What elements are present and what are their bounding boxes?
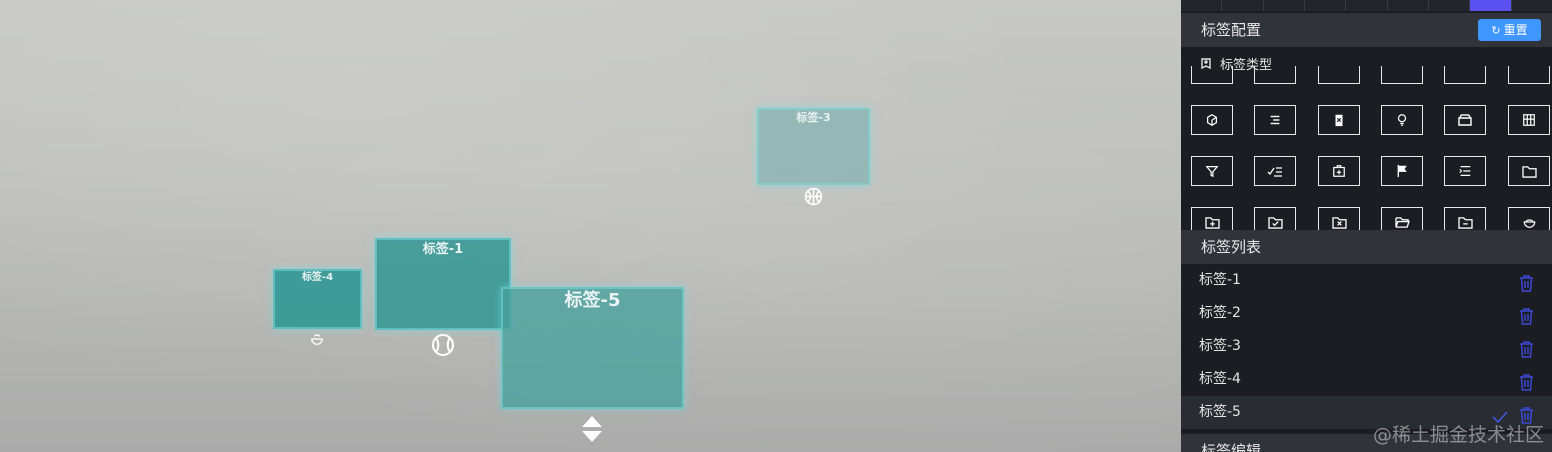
- indent-list-icon[interactable]: [1444, 156, 1486, 186]
- reset-button[interactable]: ↻ 重置: [1478, 19, 1541, 41]
- panel-tab-active[interactable]: [1470, 0, 1512, 11]
- tag-config-header: 标签配置 ↻ 重置: [1181, 13, 1552, 47]
- scene-tag-label: 标签-1: [422, 242, 464, 257]
- rotate-cube-icon[interactable]: [1191, 105, 1233, 135]
- icon-option[interactable]: [1381, 66, 1423, 84]
- panel-tab[interactable]: [1264, 0, 1305, 11]
- medical-box-icon[interactable]: [1318, 156, 1360, 186]
- tag-config-title: 标签配置: [1201, 21, 1262, 39]
- rice-bowl-icon: [309, 331, 325, 347]
- icon-option[interactable]: [1318, 66, 1360, 84]
- up-down-arrows-icon: [580, 414, 604, 444]
- tag-icon-grid: [1181, 66, 1552, 230]
- tag-list-item-label: 标签-2: [1199, 305, 1241, 321]
- folder-x-icon[interactable]: [1318, 207, 1360, 230]
- panel-tab[interactable]: [1429, 0, 1471, 11]
- basketball-icon: [803, 186, 823, 206]
- panel-tab[interactable]: [1305, 0, 1347, 11]
- baseball-icon: [430, 332, 456, 358]
- align-right-icon[interactable]: [1254, 105, 1296, 135]
- tag-list-item-label: 标签-1: [1199, 272, 1241, 288]
- scene-tag-3[interactable]: 标签-3: [757, 108, 870, 185]
- tag-list-item-label: 标签-5: [1199, 404, 1241, 420]
- icon-option[interactable]: [1444, 66, 1486, 84]
- flag-icon[interactable]: [1381, 156, 1423, 186]
- tag-list-item[interactable]: 标签-2: [1181, 297, 1552, 330]
- config-panel: 标签配置 ↻ 重置 标签类型 标签列表 标签-1 标签-2 标签-3 标签-4 …: [1181, 0, 1552, 452]
- filter-icon[interactable]: [1191, 156, 1233, 186]
- folder-minus-icon[interactable]: [1444, 207, 1486, 230]
- scene-viewport[interactable]: 标签-4 标签-1 标签-5 标签-3: [0, 0, 1181, 452]
- folder-open-icon[interactable]: [1381, 207, 1423, 230]
- panel-tab[interactable]: [1222, 0, 1264, 11]
- folder-check-icon[interactable]: [1254, 207, 1296, 230]
- tag-list-item-label: 标签-4: [1199, 371, 1241, 387]
- scene-tag-4[interactable]: 标签-4: [273, 269, 362, 329]
- folder-icon[interactable]: [1508, 156, 1550, 186]
- tag-list-header: 标签列表: [1181, 230, 1552, 264]
- panel-tab[interactable]: [1512, 0, 1552, 11]
- watermark: @稀土掘金技术社区: [1372, 424, 1544, 446]
- scene-tag-label: 标签-5: [564, 290, 621, 311]
- panel-tab[interactable]: [1346, 0, 1388, 11]
- tag-list-item[interactable]: 标签-3: [1181, 330, 1552, 363]
- scene-tag-1[interactable]: 标签-1: [375, 238, 511, 330]
- checklist-icon[interactable]: [1254, 156, 1296, 186]
- tag-list-item[interactable]: 标签-1: [1181, 264, 1552, 297]
- refresh-icon: ↻: [1491, 24, 1501, 37]
- tag-list-title: 标签列表: [1201, 238, 1262, 256]
- lightbulb-icon[interactable]: [1381, 105, 1423, 135]
- table-icon[interactable]: [1508, 105, 1550, 135]
- panel-tab[interactable]: [1181, 0, 1223, 11]
- scene-tag-label: 标签-3: [796, 111, 831, 124]
- clipboard-x-icon[interactable]: [1318, 105, 1360, 135]
- reset-label: 重置: [1503, 23, 1528, 37]
- icon-option[interactable]: [1508, 66, 1550, 84]
- archive-tray-icon[interactable]: [1444, 105, 1486, 135]
- icon-option[interactable]: [1254, 66, 1296, 84]
- rice-bowl-icon[interactable]: [1508, 207, 1550, 230]
- icon-option[interactable]: [1191, 66, 1233, 84]
- tag-list-item-label: 标签-3: [1199, 338, 1241, 354]
- panel-tab[interactable]: [1388, 0, 1429, 11]
- tag-edit-title: 标签编辑: [1201, 442, 1262, 452]
- tag-list-item[interactable]: 标签-4: [1181, 363, 1552, 396]
- folder-add-icon[interactable]: [1191, 207, 1233, 230]
- scene-tag-label: 标签-4: [301, 272, 334, 283]
- scene-tag-5[interactable]: 标签-5: [501, 287, 684, 409]
- panel-tab-strip: [1181, 0, 1552, 11]
